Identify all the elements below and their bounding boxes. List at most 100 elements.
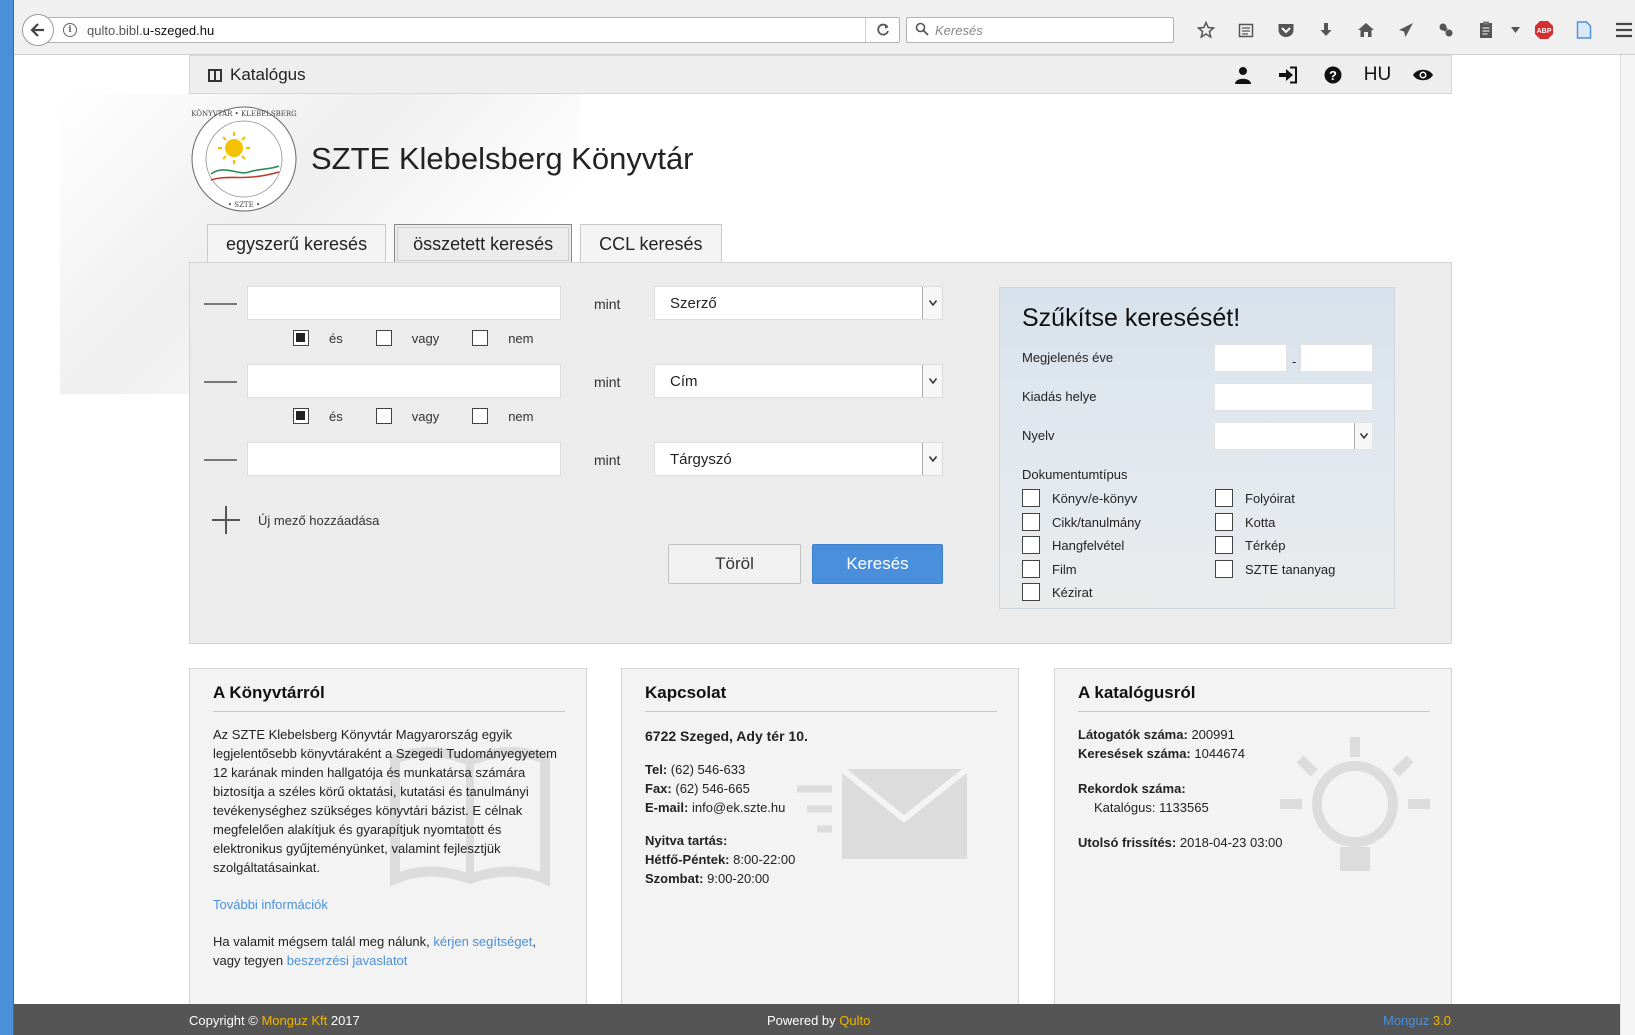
- language-select[interactable]: [1214, 422, 1373, 450]
- tel-label: Tel:: [645, 762, 668, 777]
- ask-help-link[interactable]: kérjen segítséget: [433, 934, 532, 949]
- bookmark-star-icon[interactable]: [1186, 17, 1226, 43]
- and-label: és: [329, 330, 343, 346]
- doctype-option[interactable]: SZTE tananyag: [1215, 560, 1335, 578]
- and-checkbox[interactable]: [293, 408, 309, 424]
- doctype-checkbox[interactable]: [1022, 536, 1040, 554]
- remove-row-button[interactable]: [204, 303, 237, 305]
- and-label: és: [329, 408, 343, 424]
- field-select-value: Tárgyszó: [670, 451, 732, 468]
- eye-icon[interactable]: [1400, 68, 1445, 82]
- weekday-hours-value: 8:00-22:00: [733, 852, 796, 867]
- search-term-input[interactable]: [247, 286, 561, 320]
- doctype-checkbox[interactable]: [1022, 583, 1040, 601]
- year-to-input[interactable]: [1300, 344, 1373, 372]
- fax-value: (62) 546-665: [675, 781, 750, 796]
- not-label: nem: [508, 408, 534, 424]
- or-checkbox[interactable]: [375, 330, 392, 346]
- not-checkbox[interactable]: [472, 408, 489, 424]
- doctype-checkbox[interactable]: [1215, 536, 1233, 554]
- pocket-icon[interactable]: [1266, 17, 1306, 43]
- doctype-checkbox[interactable]: [1022, 513, 1040, 531]
- catalog-brand-link[interactable]: Katalógus: [208, 65, 306, 85]
- login-icon[interactable]: [1265, 66, 1310, 84]
- opening-hours-label: Nyitva tartás:: [645, 833, 728, 848]
- year-from-input[interactable]: [1214, 344, 1287, 372]
- about-text: Az SZTE Klebelsberg Könyvtár Magyarorszá…: [213, 727, 557, 875]
- chevron-down-icon: [922, 365, 942, 397]
- tab-advanced-search[interactable]: összetett keresés: [394, 224, 573, 264]
- search-row: mint Szerző: [190, 286, 950, 322]
- clipboard-icon[interactable]: [1466, 17, 1506, 43]
- doctype-option[interactable]: Folyóirat: [1215, 489, 1295, 507]
- more-info-link[interactable]: További információk: [213, 897, 328, 912]
- reading-list-icon[interactable]: [1226, 17, 1266, 43]
- help-icon[interactable]: ?: [1310, 66, 1355, 84]
- records-label: Rekordok száma:: [1078, 781, 1186, 796]
- doctype-option[interactable]: Kotta: [1215, 513, 1275, 531]
- reload-icon[interactable]: [865, 18, 899, 42]
- doctype-option[interactable]: Kézirat: [1022, 583, 1092, 601]
- doctype-option-label: Film: [1052, 561, 1077, 577]
- doctype-option-label: Könyv/e-könyv: [1052, 490, 1138, 506]
- sidebar-edge: [0, 0, 14, 1035]
- doctype-checkbox[interactable]: [1215, 560, 1233, 578]
- document-icon[interactable]: [1564, 17, 1604, 43]
- extension-icon[interactable]: [1426, 17, 1466, 43]
- browser-search-field[interactable]: Keresés: [906, 17, 1174, 43]
- field-select[interactable]: Cím: [654, 364, 943, 398]
- field-select[interactable]: Tárgyszó: [654, 442, 943, 476]
- download-icon[interactable]: [1306, 17, 1346, 43]
- remove-row-button[interactable]: [204, 381, 237, 383]
- clear-button[interactable]: Töröl: [668, 544, 801, 584]
- remove-row-button[interactable]: [204, 459, 237, 461]
- svg-text:?: ?: [1329, 68, 1337, 83]
- adblock-icon[interactable]: ABP: [1524, 17, 1564, 43]
- acquisition-suggestion-link[interactable]: beszerzési javaslatot: [287, 953, 408, 968]
- catalog-title: A katalógusról: [1078, 683, 1430, 712]
- svg-text:• SZTE •: • SZTE •: [228, 201, 260, 209]
- tab-ccl-search[interactable]: CCL keresés: [580, 224, 722, 264]
- boolean-operator-group: és vagy nem: [293, 328, 567, 348]
- doctype-option[interactable]: Hangfelvétel: [1022, 536, 1124, 554]
- user-icon[interactable]: [1220, 66, 1265, 84]
- back-button[interactable]: [22, 14, 54, 46]
- monguz-link[interactable]: Monguz Kft: [261, 1013, 327, 1028]
- contact-box: Kapcsolat 6722 Szeged, Ady tér 10. Tel: …: [621, 668, 1019, 1008]
- info-icon[interactable]: i: [63, 23, 77, 37]
- doctype-option[interactable]: Könyv/e-könyv: [1022, 489, 1137, 507]
- catalog-brand-label: Katalógus: [230, 65, 306, 84]
- language-switch[interactable]: HU: [1355, 64, 1400, 86]
- search-term-input[interactable]: [247, 442, 561, 476]
- search-icon: [915, 22, 929, 39]
- menu-icon[interactable]: [1604, 17, 1635, 43]
- address-bar[interactable]: i qulto.bibl.u-szeged.hu: [44, 17, 900, 43]
- about-library-box: A Könyvtárról Az SZTE Klebelsberg Könyvt…: [189, 668, 587, 1008]
- doctype-option[interactable]: Cikk/tanulmány: [1022, 513, 1141, 531]
- doctype-option-label: Térkép: [1245, 537, 1286, 553]
- doctype-checkbox[interactable]: [1215, 513, 1233, 531]
- page-scrollbar[interactable]: [1620, 55, 1635, 1035]
- or-checkbox[interactable]: [375, 408, 392, 424]
- search-button[interactable]: Keresés: [812, 544, 943, 584]
- doctype-option-label: Folyóirat: [1245, 490, 1295, 506]
- add-field-button[interactable]: Új mező hozzáadása: [212, 506, 379, 534]
- doctype-checkbox[interactable]: [1022, 560, 1040, 578]
- boolean-operator-group: és vagy nem: [293, 406, 567, 426]
- send-icon[interactable]: [1386, 17, 1426, 43]
- home-icon[interactable]: [1346, 17, 1386, 43]
- searches-label: Keresések száma:: [1078, 746, 1191, 761]
- field-select[interactable]: Szerző: [654, 286, 943, 320]
- and-checkbox[interactable]: [293, 330, 309, 346]
- doctype-checkbox[interactable]: [1215, 489, 1233, 507]
- qulto-link[interactable]: Qulto: [839, 1013, 870, 1028]
- doctype-option[interactable]: Térkép: [1215, 536, 1285, 554]
- dropdown-arrow-icon[interactable]: [1506, 17, 1524, 43]
- place-input[interactable]: [1214, 383, 1373, 411]
- catalog-count-label: Katalógus:: [1094, 800, 1156, 815]
- doctype-checkbox[interactable]: [1022, 489, 1040, 507]
- doctype-option[interactable]: Film: [1022, 560, 1077, 578]
- tab-simple-search[interactable]: egyszerű keresés: [207, 224, 387, 264]
- search-term-input[interactable]: [247, 364, 561, 398]
- not-checkbox[interactable]: [472, 330, 489, 346]
